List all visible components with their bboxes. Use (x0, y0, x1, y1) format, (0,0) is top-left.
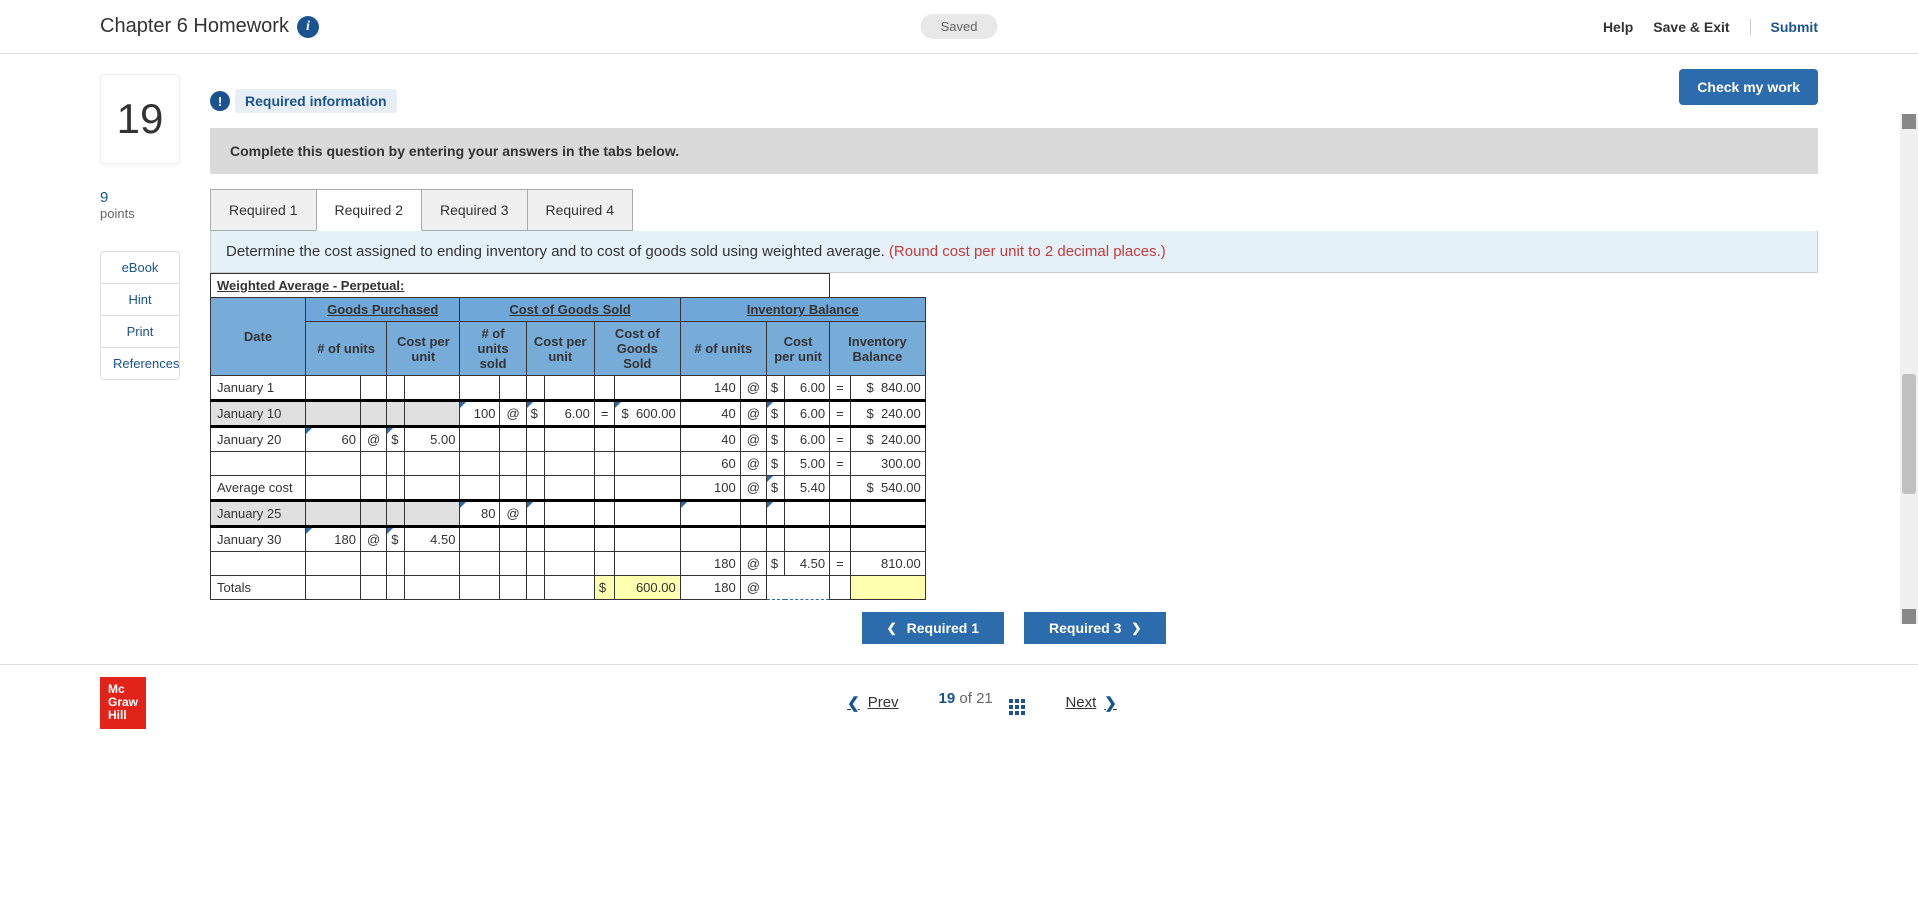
table-row: Average cost 100@ $5.40 $ 540.00 (211, 476, 926, 501)
section-cogs: Cost of Goods Sold (460, 298, 680, 322)
table-row: January 20 60@ $5.00 40@ $6.00 =$ 240.00 (211, 427, 926, 452)
next-tab-button[interactable]: Required 3❯ (1024, 612, 1166, 644)
required-info-badge[interactable]: ! Required information (210, 89, 397, 113)
hint-link[interactable]: Hint (101, 284, 179, 316)
page-title: Chapter 6 Homework (100, 15, 289, 38)
tabs-row: Required 1 Required 2 Required 3 Require… (210, 189, 1818, 231)
tab-required-4[interactable]: Required 4 (527, 189, 634, 231)
references-link[interactable]: References (101, 348, 179, 379)
top-bar: Chapter 6 Homework i Saved Help Save & E… (0, 0, 1918, 54)
table-row: January 25 80@ (211, 501, 926, 527)
saved-badge: Saved (921, 14, 998, 39)
col-ib-units: # of units (680, 322, 766, 376)
check-work-button[interactable]: Check my work (1679, 69, 1818, 105)
section-inventory-balance: Inventory Balance (680, 298, 925, 322)
table-row: January 1 140@ $6.00 =$ 840.00 (211, 376, 926, 401)
col-ib-cost: Cost per unit (766, 322, 829, 376)
instruction-bar: Complete this question by entering your … (210, 128, 1818, 174)
col-cogs-units: # of units sold (460, 322, 526, 376)
prev-tab-button[interactable]: ❮Required 1 (862, 612, 1004, 644)
next-question-button[interactable]: Next❯ (1065, 694, 1116, 712)
tab-description: Determine the cost assigned to ending in… (210, 231, 1818, 273)
scroll-thumb[interactable] (1902, 374, 1916, 494)
points-label: points (100, 206, 180, 221)
table-row: 180@ $4.50 =810.00 (211, 552, 926, 576)
table-row: Totals $600.00 180@ (211, 576, 926, 600)
save-exit-link[interactable]: Save & Exit (1653, 19, 1729, 35)
col-date: Date (211, 298, 306, 376)
chevron-right-icon: ❯ (1104, 694, 1117, 712)
prev-question-button[interactable]: ❮Prev (847, 694, 898, 712)
bottom-bar: McGrawHill ❮Prev 19 of 21 Next❯ (0, 664, 1918, 741)
question-number: 19 (100, 74, 180, 164)
tab-required-1[interactable]: Required 1 (210, 189, 317, 231)
exclamation-icon: ! (210, 91, 230, 111)
current-question: 19 (939, 690, 956, 707)
col-cogs-total: Cost of Goods Sold (594, 322, 680, 376)
table-row: January 10 100@ $6.00 =$ 600.00 40@ $6.0… (211, 401, 926, 427)
tab-required-3[interactable]: Required 3 (421, 189, 528, 231)
col-gp-units: # of units (306, 322, 387, 376)
help-link[interactable]: Help (1603, 19, 1633, 35)
scrollbar[interactable] (1900, 114, 1918, 624)
print-link[interactable]: Print (101, 316, 179, 348)
chevron-left-icon: ❮ (887, 621, 897, 635)
col-ib-total: Inventory Balance (830, 322, 926, 376)
scroll-down-arrow[interactable] (1902, 609, 1916, 624)
table-title: Weighted Average - Perpetual: (211, 274, 830, 298)
ebook-link[interactable]: eBook (101, 252, 179, 284)
mcgraw-hill-logo: McGrawHill (100, 677, 146, 729)
info-icon[interactable]: i (297, 16, 319, 38)
inventory-table: Weighted Average - Perpetual: Date Goods… (210, 273, 926, 600)
total-questions: 21 (976, 690, 993, 707)
table-row: January 30 180@ $4.50 (211, 527, 926, 552)
scroll-up-arrow[interactable] (1902, 114, 1916, 129)
chevron-right-icon: ❯ (1131, 621, 1141, 635)
chevron-left-icon: ❮ (847, 694, 860, 712)
tab-required-2[interactable]: Required 2 (316, 189, 423, 231)
section-goods-purchased: Goods Purchased (306, 298, 460, 322)
submit-link[interactable]: Submit (1750, 19, 1818, 35)
col-cogs-cost: Cost per unit (526, 322, 594, 376)
points-value: 9 (100, 189, 180, 206)
grid-icon[interactable] (1009, 699, 1025, 715)
table-row: 60@ $5.00 =300.00 (211, 452, 926, 476)
required-info-label: Required information (235, 89, 397, 113)
col-gp-cost: Cost per unit (387, 322, 460, 376)
